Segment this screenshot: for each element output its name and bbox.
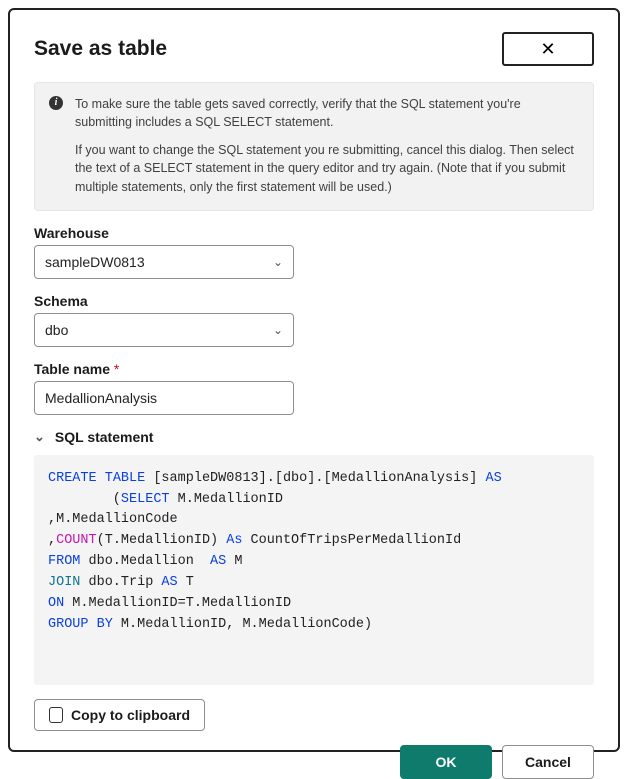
copy-label: Copy to clipboard (71, 707, 190, 723)
copy-icon (49, 707, 63, 723)
dialog-title: Save as table (34, 37, 167, 61)
chevron-down-icon: ⌄ (273, 255, 283, 269)
save-as-table-dialog: Save as table ✕ i To make sure the table… (8, 8, 620, 752)
sql-section: ⌄ SQL statement CREATE TABLE [sampleDW08… (34, 429, 594, 685)
chevron-down-icon: ⌄ (273, 323, 283, 337)
sql-label: SQL statement (55, 429, 154, 445)
sql-code-box[interactable]: CREATE TABLE [sampleDW0813].[dbo].[Medal… (34, 455, 594, 685)
schema-label: Schema (34, 293, 594, 309)
info-text-2: If you want to change the SQL statement … (75, 141, 579, 195)
warehouse-select[interactable]: sampleDW0813 ⌄ (34, 245, 294, 279)
table-name-label: Table name * (34, 361, 594, 377)
warehouse-field: Warehouse sampleDW0813 ⌄ (34, 225, 594, 279)
schema-select[interactable]: dbo ⌄ (34, 313, 294, 347)
table-name-field: Table name * (34, 361, 594, 415)
chevron-down-icon: ⌄ (34, 429, 45, 445)
schema-field: Schema dbo ⌄ (34, 293, 594, 347)
sql-toggle[interactable]: ⌄ SQL statement (34, 429, 594, 445)
warehouse-label: Warehouse (34, 225, 594, 241)
required-mark: * (114, 361, 119, 377)
schema-value: dbo (45, 322, 68, 338)
table-name-label-text: Table name (34, 361, 110, 377)
info-banner: i To make sure the table gets saved corr… (34, 82, 594, 211)
warehouse-value: sampleDW0813 (45, 254, 145, 270)
close-icon: ✕ (540, 39, 555, 60)
info-icon: i (49, 96, 63, 110)
info-text-1: To make sure the table gets saved correc… (75, 95, 579, 131)
close-button[interactable]: ✕ (502, 32, 594, 66)
copy-to-clipboard-button[interactable]: Copy to clipboard (34, 699, 205, 731)
table-name-input[interactable] (34, 381, 294, 415)
dialog-footer: OK Cancel (34, 745, 594, 779)
dialog-header: Save as table ✕ (34, 32, 594, 66)
ok-button[interactable]: OK (400, 745, 492, 779)
cancel-button[interactable]: Cancel (502, 745, 594, 779)
